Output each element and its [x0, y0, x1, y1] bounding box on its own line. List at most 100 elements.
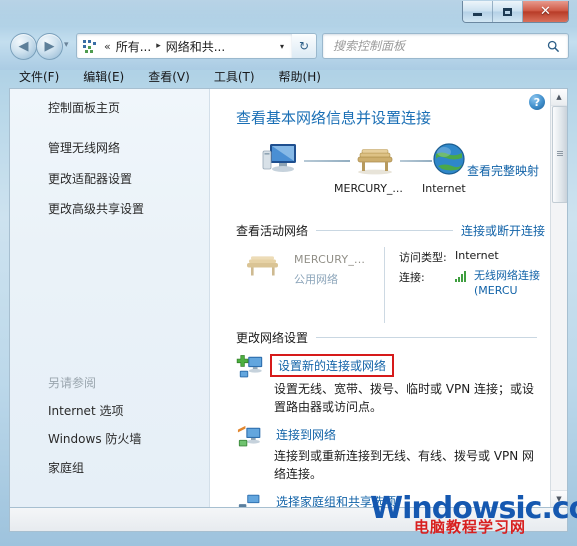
connect-to-network-desc: 连接到或重新连接到无线、有线、拨号或 VPN 网络连接。: [274, 449, 535, 481]
network-map: MERCURY_... Internet 查看完整映射: [236, 138, 545, 216]
connect-or-disconnect-link[interactable]: 连接或断开连接: [461, 222, 545, 239]
window-frame: ✕ ◀ ▶ ▾ « 所有... ▸ 网络和共... ▾ ↻ 搜索控制面板 文件(…: [0, 0, 577, 546]
window-controls: ✕: [462, 1, 569, 23]
search-input[interactable]: [331, 36, 535, 56]
menu-bar: 文件(F) 编辑(E) 查看(V) 工具(T) 帮助(H): [9, 64, 568, 88]
breadcrumb[interactable]: « 所有... ▸ 网络和共... ▾: [76, 33, 293, 59]
sidebar-item-windows-firewall[interactable]: Windows 防火墙: [48, 432, 209, 446]
sidebar-item-change-adapter-settings[interactable]: 更改适配器设置: [48, 172, 209, 186]
sidebar: 控制面板主页 管理无线网络 更改适配器设置 更改高级共享设置 另请参阅 Inte…: [10, 89, 210, 507]
active-networks-header: 查看活动网络 连接或断开连接: [236, 222, 545, 239]
map-label-internet: Internet: [422, 182, 466, 195]
back-button[interactable]: ◀: [10, 33, 37, 60]
scroll-up-button[interactable]: ▲: [551, 89, 567, 106]
status-bar: [9, 508, 568, 532]
help-icon[interactable]: ?: [529, 94, 545, 110]
setting-body: 连接到网络 连接到或重新连接到无线、有线、拨号或 VPN 网络连接。: [270, 424, 545, 483]
minimize-button[interactable]: [463, 1, 493, 22]
router-icon: [357, 149, 393, 175]
setup-new-connection-link[interactable]: 设置新的连接或网络: [270, 354, 395, 377]
content-pane: ? 查看基本网络信息并设置连接 MERCURY_... Internet 查看完…: [210, 89, 567, 507]
sidebar-item-control-panel-home[interactable]: 控制面板主页: [48, 101, 209, 115]
active-network-type[interactable]: 公用网络: [294, 271, 365, 287]
sidebar-item-manage-wireless[interactable]: 管理无线网络: [48, 141, 209, 155]
minimize-icon: [473, 13, 482, 16]
setting-icon-wrapper: [236, 424, 270, 456]
sidebar-item-homegroup[interactable]: 家庭组: [48, 461, 209, 475]
connections-label: 连接:: [399, 271, 425, 284]
sidebar-item-internet-options[interactable]: Internet 选项: [48, 404, 209, 418]
header-rule: [316, 337, 537, 338]
see-also-title: 另请参阅: [48, 375, 97, 390]
setting-item-new-connection: 设置新的连接或网络 设置无线、宽带、拨号、临时或 VPN 连接；或设置路由器或访…: [236, 354, 545, 416]
menu-item-view[interactable]: 查看(V): [136, 66, 202, 87]
access-type-label: 访问类型:: [399, 251, 447, 264]
setting-body: 选择家庭组和共享选项: [270, 491, 545, 507]
maximize-button[interactable]: [493, 1, 523, 22]
active-network-identity: MERCURY_... 公用网络: [236, 247, 384, 323]
vertical-scrollbar[interactable]: ▲ ▼: [550, 89, 567, 507]
chevron-down-icon[interactable]: ▾: [280, 42, 284, 51]
refresh-icon: ↻: [298, 39, 310, 53]
computer-icon: [262, 144, 296, 172]
active-network-row: MERCURY_... 公用网络 访问类型: Internet 连接: 无线网络…: [236, 247, 545, 323]
map-link-line-1: [304, 160, 350, 162]
setup-new-connection-desc: 设置无线、宽带、拨号、临时或 VPN 连接；或设置路由器或访问点。: [274, 382, 535, 414]
setting-icon-wrapper: [236, 491, 270, 507]
navigation-bar: ◀ ▶ ▾ « 所有... ▸ 网络和共... ▾ ↻: [0, 28, 577, 62]
page-title: 查看基本网络信息并设置连接: [236, 109, 432, 127]
sidebar-item-change-advanced-sharing[interactable]: 更改高级共享设置: [48, 202, 209, 216]
change-settings-title: 更改网络设置: [236, 331, 309, 345]
scroll-down-button[interactable]: ▼: [551, 490, 567, 507]
setting-item-connect-to-network: 连接到网络 连接到或重新连接到无线、有线、拨号或 VPN 网络连接。: [236, 424, 545, 483]
breadcrumb-separator-icon[interactable]: ▸: [156, 41, 161, 51]
menu-item-tools[interactable]: 工具(T): [202, 66, 267, 87]
recent-pages-dropdown[interactable]: ▾: [64, 40, 69, 50]
forward-button[interactable]: ▶: [36, 33, 63, 60]
title-bar: ✕: [0, 0, 577, 26]
view-full-map-link[interactable]: 查看完整映射: [467, 162, 539, 179]
connect-to-network-link[interactable]: 连接到网络: [274, 425, 338, 444]
active-network-ssid: MERCURY_...: [294, 253, 366, 266]
wireless-connection-link[interactable]: 无线网络连接 (MERCU: [474, 269, 545, 299]
scrollbar-thumb[interactable]: [552, 106, 567, 203]
active-network-text: MERCURY_... 公用网络: [294, 253, 365, 287]
sidebar-task-list: 控制面板主页 管理无线网络 更改适配器设置 更改高级共享设置: [10, 89, 209, 217]
change-settings-header: 更改网络设置: [236, 329, 545, 346]
active-networks-title: 查看活动网络: [236, 224, 309, 238]
wireless-signal-icon: [455, 271, 469, 282]
setting-item-homegroup-sharing: 选择家庭组和共享选项: [236, 491, 545, 507]
map-label-router: MERCURY_...: [334, 182, 403, 195]
maximize-icon: [503, 7, 512, 16]
search-box[interactable]: [322, 33, 569, 59]
menu-item-help[interactable]: 帮助(H): [267, 66, 333, 87]
connections-value: 无线网络连接 (MERCU: [455, 269, 545, 299]
router-icon-small: [247, 256, 278, 276]
breadcrumb-crumb-network[interactable]: 网络和共...: [166, 38, 225, 55]
connect-to-network-icon: [237, 425, 261, 447]
globe-icon: [433, 143, 465, 175]
forward-arrow-icon: ▶: [44, 39, 55, 54]
access-type-value: Internet: [455, 249, 499, 262]
search-icon: [547, 40, 560, 52]
content-inner: ? 查看基本网络信息并设置连接 MERCURY_... Internet 查看完…: [210, 89, 567, 507]
close-icon: ✕: [540, 4, 551, 19]
client-area: 控制面板主页 管理无线网络 更改适配器设置 更改高级共享设置 另请参阅 Inte…: [9, 88, 568, 508]
scrollbar-grip-icon: [557, 151, 563, 156]
close-button[interactable]: ✕: [523, 1, 568, 22]
header-rule: [316, 230, 453, 231]
new-connection-icon: [236, 355, 263, 378]
homegroup-sharing-link[interactable]: 选择家庭组和共享选项: [274, 492, 398, 507]
setting-icon-wrapper: [236, 354, 270, 386]
map-link-line-2: [400, 160, 432, 162]
control-panel-icon: [82, 38, 98, 54]
homegroup-sharing-icon: [238, 494, 260, 507]
breadcrumb-crumb-all[interactable]: 所有...: [116, 38, 151, 55]
refresh-button[interactable]: ↻: [292, 33, 317, 59]
menu-item-file[interactable]: 文件(F): [9, 66, 71, 87]
active-network-details: 访问类型: Internet 连接: 无线网络连接 (MERCU: [384, 247, 545, 323]
back-arrow-icon: ◀: [18, 39, 29, 54]
see-also-section: 另请参阅 Internet 选项 Windows 防火墙 家庭组: [10, 374, 209, 489]
menu-item-edit[interactable]: 编辑(E): [71, 66, 136, 87]
breadcrumb-overflow-chevrons[interactable]: «: [104, 40, 111, 53]
